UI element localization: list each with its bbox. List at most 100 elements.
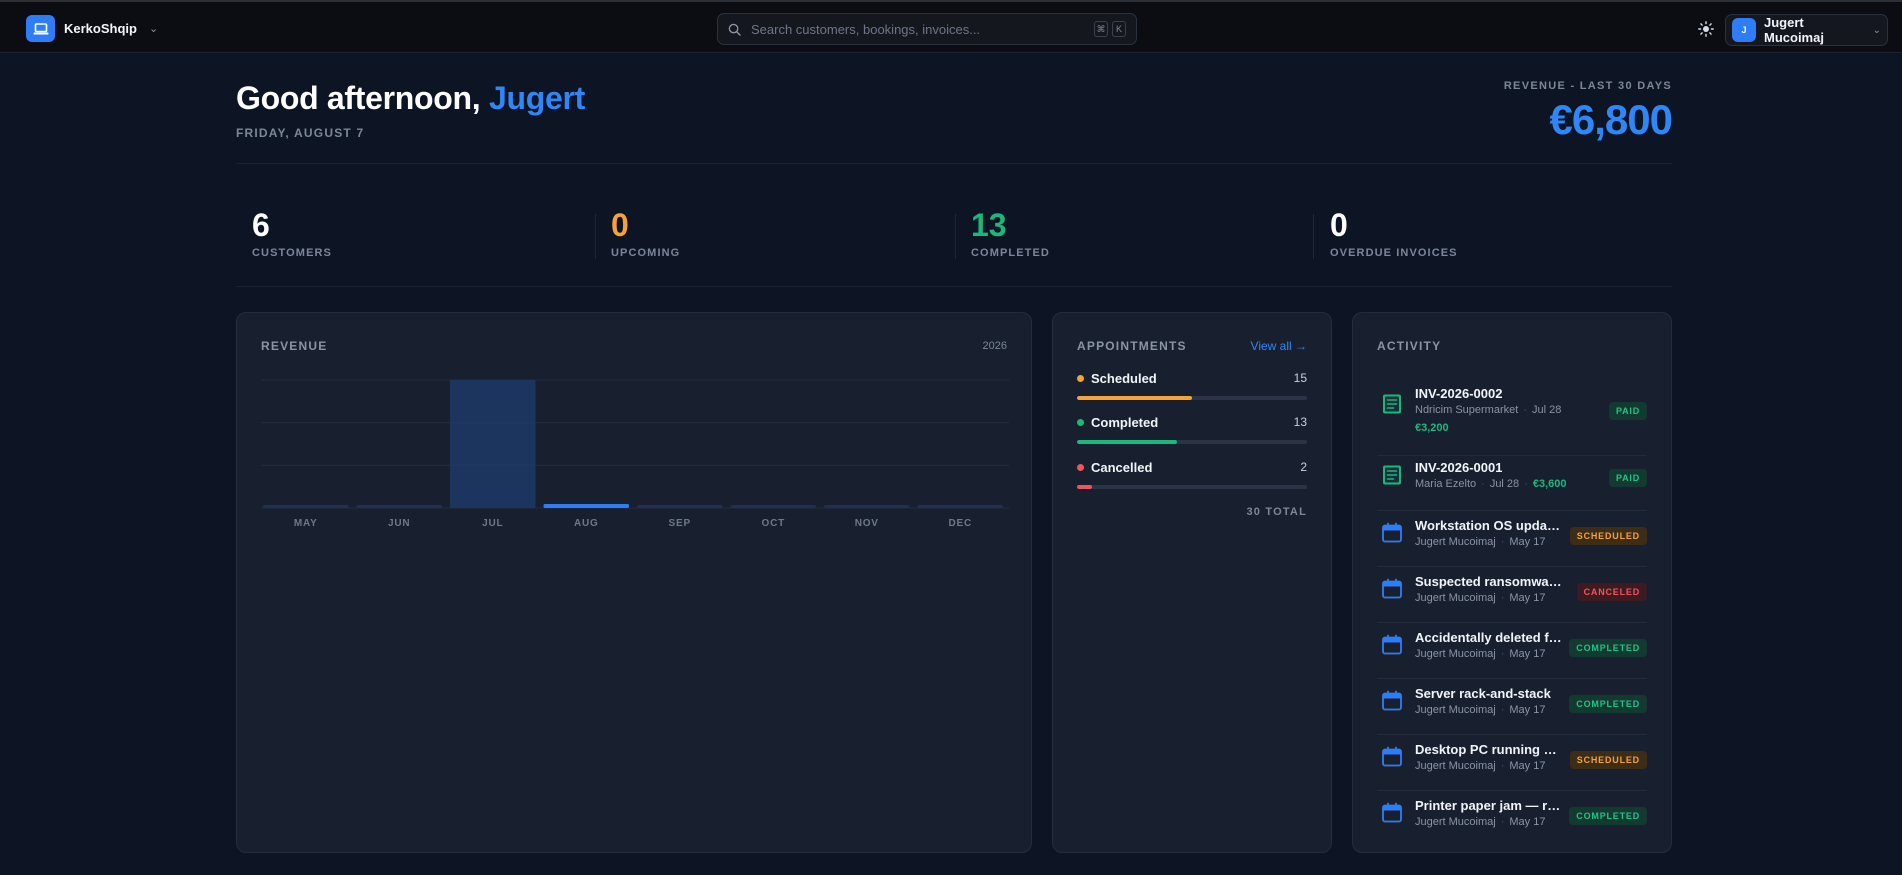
divider	[1313, 214, 1314, 259]
calendar-icon	[1381, 802, 1403, 824]
progress-track	[1077, 440, 1307, 444]
activity-date: May 17	[1509, 592, 1546, 604]
activity-item[interactable]: Desktop PC running slow after update Juge…	[1377, 735, 1647, 791]
activity-item[interactable]: INV-2026-0002 Ndricim Supermarket · Jul 28 €…	[1377, 379, 1647, 456]
progress-fill	[1077, 485, 1093, 489]
chart-bar	[824, 505, 910, 508]
appointment-row-completed[interactable]: Completed 13	[1077, 414, 1307, 444]
divider	[236, 163, 1672, 164]
stat-value: 6	[252, 207, 270, 243]
calendar-icon	[1381, 578, 1403, 600]
search-icon	[728, 23, 741, 36]
chart-bar	[637, 505, 723, 508]
activity-customer: Ndricim Supermarket	[1415, 404, 1519, 416]
activity-meta: Jugert Mucoimaj · May 17	[1415, 536, 1545, 548]
appointment-row-scheduled[interactable]: Scheduled 15	[1077, 370, 1307, 400]
receipt-icon	[1381, 464, 1403, 486]
stat-value: 0	[1330, 207, 1348, 243]
activity-item[interactable]: INV-2026-0001 Maria Ezelto · Jul 28 · €3,600 P…	[1377, 456, 1647, 511]
chart-tick-label: AUG	[574, 518, 599, 529]
activity-date: May 17	[1509, 704, 1546, 716]
laptop-icon	[26, 15, 55, 42]
status-dot	[1077, 418, 1084, 426]
status-badge: PAID	[1608, 402, 1647, 420]
view-all-link[interactable]: View all →	[1251, 339, 1307, 353]
chevron-down-icon: ⌄	[1872, 24, 1881, 36]
search-input[interactable]: Search customers, bookings, invoices...	[751, 22, 1090, 37]
revenue-total: €6,800	[1549, 96, 1673, 143]
appointments-card: APPOINTMENTS View all → Scheduled 15 Com…	[1052, 312, 1332, 853]
search-bar[interactable]: Search customers, bookings, invoices... …	[717, 13, 1137, 45]
chart-tick-label: NOV	[855, 518, 879, 529]
activity-card: ACTIVITY INV-2026-0002 Ndricim Supermarke…	[1352, 312, 1672, 853]
receipt-icon	[1381, 393, 1403, 415]
greeting-prefix: Good afternoon,	[236, 80, 481, 116]
stat-label: UPCOMING	[611, 247, 681, 259]
top-bar: KerkoShqip ⌄ Search customers, bookings,…	[0, 0, 1902, 53]
activity-title: INV-2026-0002	[1415, 386, 1503, 401]
status-badge: COMPLETED	[1569, 695, 1647, 713]
workspace-switcher[interactable]: KerkoShqip ⌄	[26, 15, 158, 42]
activity-item[interactable]: Printer paper jam — repeated error Jugert…	[1377, 791, 1647, 847]
appointment-count: 13	[1293, 415, 1307, 429]
activity-item[interactable]: Suspected ransomware infection on laptop…	[1377, 567, 1647, 623]
greeting-name: Jugert	[488, 80, 585, 116]
revenue-card: REVENUE 2026 MAY JUN JUL AUG SEP OCT NOV DEC	[236, 312, 1032, 853]
activity-meta: Jugert Mucoimaj · May 17	[1415, 760, 1545, 772]
separator: ·	[1500, 760, 1505, 772]
theme-toggle-button[interactable]	[1695, 18, 1717, 40]
user-menu-button[interactable]: J Jugert Mucoimaj ⌄	[1725, 14, 1888, 46]
chart-bar	[263, 505, 349, 508]
card-title: ACTIVITY	[1377, 339, 1442, 353]
activity-amount: €3,600	[1532, 478, 1567, 490]
chart-bar	[917, 505, 1003, 508]
divider	[955, 214, 956, 259]
chevron-down-icon: ⌄	[148, 23, 159, 35]
appointment-label: Completed	[1091, 414, 1159, 430]
stat-label: OVERDUE INVOICES	[1330, 247, 1458, 259]
calendar-icon	[1381, 690, 1403, 712]
chart-tick-label: JUL	[482, 518, 503, 529]
activity-amount: €3,200	[1415, 422, 1449, 434]
shortcut-key-k: K	[1112, 21, 1126, 37]
stat-upcoming[interactable]: 0 UPCOMING	[611, 206, 680, 259]
activity-customer: Jugert Mucoimaj	[1415, 816, 1496, 828]
shortcut-key-cmd: ⌘	[1094, 21, 1108, 37]
stat-label: CUSTOMERS	[252, 247, 332, 259]
activity-customer: Maria Ezelto	[1415, 478, 1477, 490]
status-badge: SCHEDULED	[1569, 751, 1647, 769]
activity-customer: Jugert Mucoimaj	[1415, 704, 1496, 716]
stat-value: 0	[611, 207, 629, 243]
separator: ·	[1500, 704, 1505, 716]
appointment-row-cancelled[interactable]: Cancelled 2	[1077, 459, 1307, 489]
separator: ·	[1500, 648, 1505, 660]
divider	[236, 286, 1672, 287]
greeting-title: Good afternoon, Jugert	[236, 80, 585, 117]
stat-value: 13	[971, 207, 1007, 243]
activity-customer: Jugert Mucoimaj	[1415, 536, 1496, 548]
activity-title: Printer paper jam — repeated error	[1415, 798, 1563, 813]
separator: ·	[1500, 816, 1505, 828]
stat-customers[interactable]: 6 CUSTOMERS	[252, 206, 332, 259]
activity-meta: Maria Ezelto · Jul 28 · €3,600	[1415, 478, 1567, 490]
stat-overdue-invoices[interactable]: 0 OVERDUE INVOICES	[1330, 206, 1458, 259]
activity-meta: Jugert Mucoimaj · May 17	[1415, 648, 1545, 660]
divider	[595, 214, 596, 259]
separator: ·	[1524, 478, 1528, 490]
appointment-count: 15	[1293, 371, 1307, 385]
revenue-chart-svg: MAY JUN JUL AUG SEP OCT NOV DEC	[261, 379, 1009, 529]
separator: ·	[1500, 536, 1505, 548]
activity-item[interactable]: Server rack-and-stack Jugert Mucoimaj · May…	[1377, 679, 1647, 735]
stat-completed[interactable]: 13 COMPLETED	[971, 206, 1050, 259]
activity-title: Workstation OS update and driver refresh	[1415, 518, 1563, 533]
chart-tick-label: MAY	[294, 518, 318, 529]
activity-item[interactable]: Workstation OS update and driver refresh…	[1377, 511, 1647, 567]
appointment-count: 2	[1300, 460, 1307, 474]
calendar-icon	[1381, 522, 1403, 544]
chart-bar	[730, 505, 816, 508]
activity-title: Suspected ransomware infection on laptop	[1415, 574, 1563, 589]
activity-date: Jul 28	[1531, 404, 1562, 416]
status-badge: COMPLETED	[1569, 639, 1647, 657]
activity-item[interactable]: Accidentally deleted files recovery Juger…	[1377, 623, 1647, 679]
activity-meta: Jugert Mucoimaj · May 17	[1415, 704, 1545, 716]
